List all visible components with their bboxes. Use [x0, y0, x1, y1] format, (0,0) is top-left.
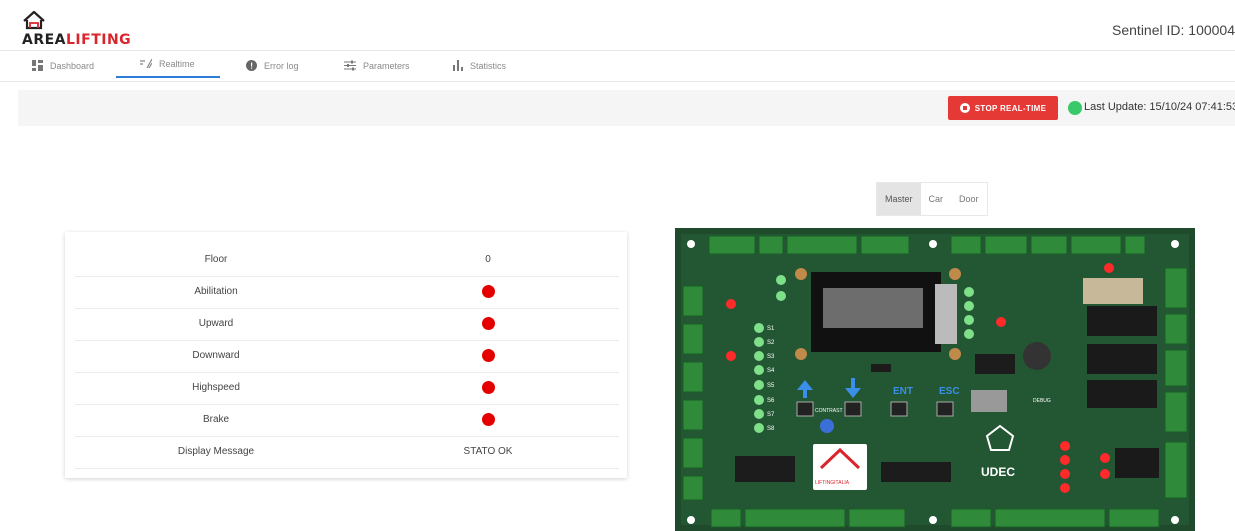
svg-text:S8: S8 — [767, 426, 775, 432]
table-row: Floor 0 — [75, 244, 619, 277]
realtime-toolbar: STOP REAL-TIME Last Update: 15/10/24 07:… — [18, 90, 1235, 126]
board-option-door[interactable]: Door — [951, 183, 987, 215]
status-indicator — [481, 380, 495, 394]
row-label: Abilitation — [194, 286, 238, 297]
table-row: Upward — [75, 308, 619, 341]
status-card: Floor 0 Abilitation Upward Downward High… — [65, 232, 627, 478]
relay-large — [1083, 278, 1143, 304]
svg-text:S7: S7 — [767, 412, 775, 418]
row-value — [357, 372, 619, 404]
parameters-icon — [344, 60, 356, 71]
svg-text:S2: S2 — [767, 340, 775, 346]
board-option-car[interactable]: Car — [921, 183, 952, 215]
tab-parameters[interactable]: Parameters — [344, 51, 410, 80]
last-update-text: Last Update: 15/10/24 07:41:53 — [1084, 101, 1235, 113]
svg-text:S3: S3 — [767, 354, 775, 360]
nav-tabs: Dashboard Realtime Error log Parameters … — [0, 51, 1235, 82]
row-value — [357, 308, 619, 340]
board-option-master[interactable]: Master — [877, 183, 921, 215]
row-label: Upward — [198, 318, 234, 329]
contrast-label: CONTRAST — [815, 408, 843, 414]
udec-logo-text: UDEC — [981, 465, 1015, 479]
key-label-ent: ENT — [893, 386, 913, 397]
tab-realtime[interactable]: Realtime — [116, 51, 220, 78]
app-header: AREALIFTING Sentinel ID: 100004 — [0, 0, 1235, 51]
svg-text:S6: S6 — [767, 398, 775, 404]
row-label: Display Message — [177, 446, 255, 457]
lcd-screen — [823, 288, 923, 328]
brand-logo[interactable]: AREALIFTING — [22, 10, 142, 48]
error-icon — [246, 60, 257, 71]
realtime-icon — [140, 58, 152, 69]
mount-hole — [929, 516, 937, 524]
row-label: Floor — [204, 254, 228, 265]
row-label: Downward — [192, 350, 240, 361]
usb-port — [971, 390, 1007, 412]
mount-hole — [687, 240, 695, 248]
status-indicator — [481, 284, 495, 298]
table-row: Brake — [75, 404, 619, 437]
dashboard-icon — [32, 60, 43, 71]
row-value: STATO OK — [463, 446, 513, 457]
row-value — [357, 340, 619, 372]
sentinel-id: Sentinel ID: 100004 — [1112, 22, 1235, 38]
row-value — [357, 276, 619, 308]
lcd-connector — [935, 284, 957, 344]
mount-hole — [1171, 240, 1179, 248]
status-indicator — [481, 348, 495, 362]
key-label-esc: ESC — [939, 386, 960, 397]
table-row: Abilitation — [75, 276, 619, 309]
status-indicator — [481, 316, 495, 330]
table-row: Downward — [75, 340, 619, 373]
statistics-icon — [453, 60, 463, 71]
row-label: Brake — [202, 414, 230, 425]
brand-name: AREALIFTING — [22, 32, 132, 48]
row-value: 0 — [485, 254, 491, 265]
tab-error-log[interactable]: Error log — [246, 51, 299, 80]
svg-text:S1: S1 — [767, 326, 775, 332]
svg-text:S5: S5 — [767, 383, 775, 389]
row-label: Highspeed — [192, 382, 240, 393]
controller-board: S1 S2 S3 S4 S5 S6 S7 S8 ENT ESC CONTRAST DEBUG… — [675, 228, 1195, 531]
connection-status-indicator — [1068, 101, 1082, 115]
svg-text:S4: S4 — [767, 368, 775, 374]
stop-realtime-button[interactable]: STOP REAL-TIME — [948, 96, 1058, 120]
buzzer — [1023, 342, 1051, 370]
mount-hole — [1171, 516, 1179, 524]
tab-statistics[interactable]: Statistics — [453, 51, 506, 80]
tab-dashboard[interactable]: Dashboard — [32, 51, 94, 80]
mount-hole — [929, 240, 937, 248]
table-row: Highspeed — [75, 372, 619, 405]
status-indicator — [481, 412, 495, 426]
contrast-trimmer — [820, 419, 834, 433]
mount-hole — [687, 516, 695, 524]
svg-text:LIFTINGITALIA: LIFTINGITALIA — [815, 480, 850, 486]
debug-label: DEBUG — [1033, 398, 1051, 404]
row-value — [357, 404, 619, 436]
house-icon — [23, 10, 45, 30]
board-selector: Master Car Door — [876, 182, 988, 216]
stop-icon — [959, 103, 970, 113]
right-terminals — [1164, 267, 1188, 499]
table-row: Display Message STATO OK — [75, 436, 619, 469]
